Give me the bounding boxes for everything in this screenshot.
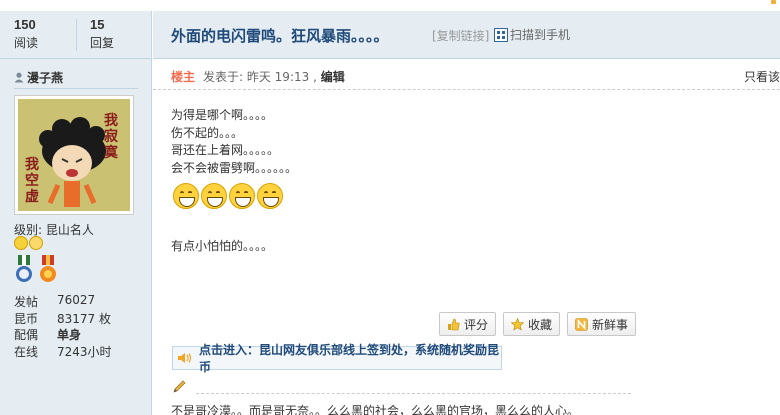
grin-emoji-icon	[229, 183, 255, 209]
views-label: 阅读	[14, 36, 39, 50]
grin-emoji-icon	[173, 183, 199, 209]
info-value: 83177 枚	[57, 311, 111, 326]
author-divider	[14, 88, 138, 89]
qr-code-icon	[494, 27, 508, 42]
copy-link[interactable]: [复制链接]	[432, 27, 489, 44]
rate-button[interactable]: 评分	[439, 312, 497, 336]
avatar-text-1: 我	[104, 113, 118, 129]
avatar-text-2: 寂	[104, 128, 119, 145]
post-line: 哥还在上着网。。。。。	[171, 143, 280, 157]
avatar-text-6: 虚	[25, 188, 39, 205]
pencil-icon	[172, 380, 188, 394]
top-strip	[0, 0, 780, 11]
post-tail-line: 有点小怕怕的。。。。	[171, 239, 274, 253]
medal-icon[interactable]	[14, 255, 34, 285]
avatar-text-4: 我	[25, 157, 39, 173]
info-row-spouse: 配偶 单身	[14, 326, 144, 343]
moon-icon	[29, 236, 43, 250]
notice-link[interactable]: 点击进入：昆山网友俱乐部线上签到处，系统随机奖励昆币	[199, 341, 501, 375]
share-fresh-button[interactable]: 新鲜事	[567, 312, 637, 336]
thumbs-up-icon	[447, 318, 460, 331]
star-icon	[510, 317, 525, 331]
edit-link[interactable]: 编辑	[321, 70, 345, 84]
fresh-news-icon	[575, 317, 588, 331]
scan-to-phone-label: 扫描到手机	[510, 28, 571, 42]
grin-emoji-icon	[257, 183, 283, 209]
rate-label: 评分	[464, 317, 489, 332]
views-stat: 150 阅读	[14, 17, 74, 51]
info-key: 发帖	[14, 295, 39, 309]
signin-notice[interactable]: 点击进入：昆山网友俱乐部线上签到处，系统随机奖励昆币	[172, 343, 502, 374]
post-line: 为得是哪个啊。。。。	[171, 108, 274, 122]
fresh-label: 新鲜事	[592, 317, 629, 332]
author-sidebar: 150 阅读 15 回复 漫子燕 我 寂 寞 我 空 虚 级别: 昆山名人 发帖…	[0, 11, 152, 415]
info-value: 76027	[57, 293, 96, 307]
replies-label: 回复	[90, 36, 115, 50]
thread-title: 外面的电闪雷鸣。狂风暴雨。。。。	[171, 27, 389, 45]
scan-to-phone-link[interactable]: 扫描到手机	[494, 26, 570, 43]
avatar-image: 我 寂 寞 我 空 虚	[18, 99, 130, 211]
author-info: 发帖 76027 昆币 83177 枚 配偶 单身 在线 7243小时	[14, 293, 144, 359]
op-badge: 楼主	[171, 70, 196, 84]
replies-stat: 15 回复	[90, 17, 150, 51]
user-icon	[14, 72, 24, 83]
post-actions: 评分 收藏 新鲜事	[439, 312, 637, 336]
only-view-author-link[interactable]: 只看该	[744, 68, 780, 85]
post-line: 伤不起的。。。	[171, 125, 244, 140]
stats-divider	[76, 19, 77, 51]
views-count: 150	[14, 17, 36, 32]
post-meta: 发表于: 昨天 19:13 , 编辑	[203, 68, 345, 85]
thread-title-bar: 外面的电闪雷鸣。狂风暴雨。。。。 [复制链接] 扫描到手机	[153, 11, 780, 59]
author-name[interactable]: 漫子燕	[14, 69, 63, 86]
post-line: 会不会被雷劈啊。。。。。。	[171, 160, 298, 175]
grin-emoji-icon	[201, 183, 227, 209]
info-key: 昆币	[14, 311, 39, 326]
award-medal-icon[interactable]	[38, 255, 58, 285]
post-time: 发表于: 昨天 19:13 ,	[203, 70, 317, 84]
signature-divider	[196, 393, 631, 394]
favorite-button[interactable]: 收藏	[503, 312, 561, 336]
info-key: 配偶	[14, 328, 39, 342]
info-value: 7243小时	[57, 344, 112, 359]
info-row-coins: 昆币 83177 枚	[14, 310, 144, 327]
post-content: 为得是哪个啊。。。。 伤不起的。。。 哥还在上着网。。。。。 会不会被雷劈啊。。…	[171, 107, 297, 177]
emoji-row	[173, 183, 283, 209]
author-name-text: 漫子燕	[27, 71, 64, 85]
info-key: 在线	[14, 344, 39, 359]
replies-count: 15	[90, 17, 105, 32]
info-value: 单身	[57, 328, 82, 342]
post-header: 楼主 发表于: 昨天 19:13 , 编辑 只看该	[153, 60, 780, 90]
thread-stats: 150 阅读 15 回复	[0, 11, 152, 59]
info-row-online: 在线 7243小时	[14, 343, 144, 360]
medals	[14, 255, 58, 285]
level-stars	[14, 236, 43, 250]
avatar-text-5: 空	[25, 172, 39, 189]
speaker-icon	[177, 352, 193, 364]
sun-icon	[14, 236, 28, 250]
signature: 不是哥冷漠。。而是哥无奈。。么么黑的社会，么么黑的官场，黑么么的人心。	[171, 404, 580, 415]
avatar[interactable]: 我 寂 寞 我 空 虚	[14, 95, 134, 215]
avatar-text-3: 寞	[104, 144, 119, 161]
favorite-label: 收藏	[528, 317, 553, 332]
info-row-posts: 发帖 76027	[14, 293, 144, 310]
top-right-marker	[771, 0, 776, 4]
